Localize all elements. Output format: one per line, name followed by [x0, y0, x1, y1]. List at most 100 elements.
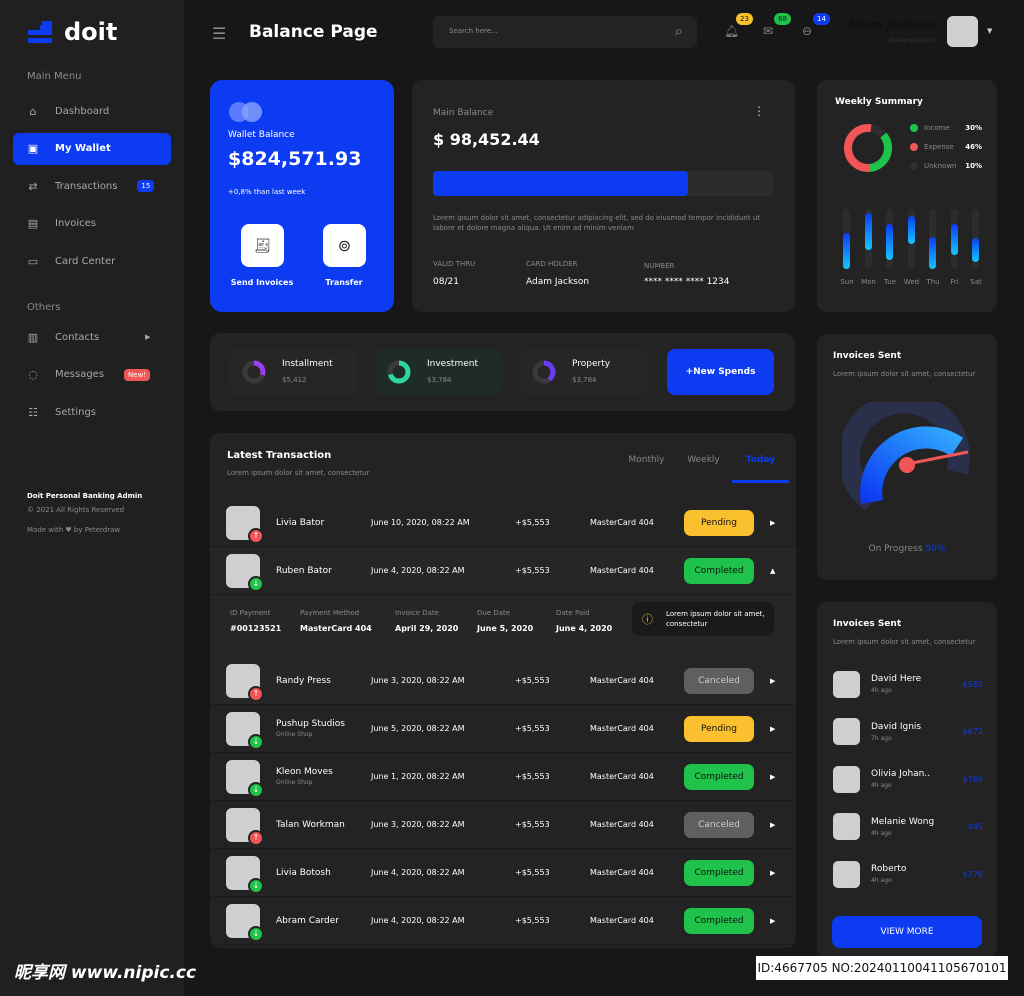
sidebar-item-dashboard[interactable]: ⌂ Dashboard — [13, 95, 171, 127]
tab-monthly[interactable]: Monthly — [618, 449, 675, 483]
status-badge: Completed — [684, 763, 754, 790]
chevron-right-icon[interactable]: ▶ — [770, 869, 775, 877]
invoice-amount: $45 — [967, 822, 983, 831]
arrow-down-icon: ↓ — [248, 575, 264, 592]
more-options-icon[interactable]: ⋮ — [753, 104, 765, 118]
sidebar-item-contacts[interactable]: ▥ Contacts ▶ — [13, 321, 171, 353]
table-row[interactable]: ↓ Pushup Studios Online Shop June 5, 2020… — [210, 705, 796, 753]
search-input[interactable]: Search here... ⌕ — [433, 16, 697, 48]
brand-name: doit — [64, 18, 118, 46]
document-icon: ▤ — [27, 217, 39, 230]
list-item[interactable]: Olivia Johan.. 4h ago $769 — [833, 759, 983, 799]
legend-value: 46% — [965, 143, 982, 151]
transaction-date: June 4, 2020, 08:22 AM — [371, 566, 465, 575]
invoice-amount: $776 — [962, 869, 983, 879]
invoice-amount: $769 — [962, 774, 983, 784]
table-row[interactable]: ↑ Livia Bator June 10, 2020, 08:22 AM +$… — [210, 499, 796, 547]
chevron-right-icon[interactable]: ▶ — [770, 725, 775, 733]
sidebar-item-my-wallet[interactable]: ▣ My Wallet — [13, 132, 171, 165]
send-invoices-button[interactable]: 🧾︎ — [241, 224, 284, 267]
weekly-bar-track — [886, 209, 893, 269]
sidebar-item-transactions[interactable]: ⇄ Transactions 15 — [13, 170, 171, 202]
table-row[interactable]: ↓ Ruben Bator June 4, 2020, 08:22 AM +$5… — [210, 547, 796, 595]
table-row[interactable]: ↑ Randy Press June 3, 2020, 08:22 AM +$5… — [210, 657, 796, 705]
arrow-up-icon: ↑ — [248, 829, 264, 846]
legend-label: Income — [924, 124, 950, 132]
avatar[interactable] — [947, 16, 978, 47]
gauge-needle-hub — [899, 457, 915, 473]
spend-ring — [387, 360, 411, 384]
list-item[interactable]: Roberto 4h ago $776 — [833, 854, 983, 894]
main-balance-amount: $ 98,452.44 — [433, 130, 540, 149]
invoice-amount: $562 — [962, 679, 983, 689]
chevron-right-icon[interactable]: ▶ — [770, 773, 775, 781]
detail-label: ID Payment — [230, 609, 271, 617]
legend-dot — [910, 143, 918, 151]
new-spends-button[interactable]: +New Spends — [667, 349, 774, 395]
home-icon: ⌂ — [29, 104, 37, 118]
transaction-amount: +$5,553 — [515, 724, 550, 733]
detail-field: Invoice Date April 29, 2020 — [395, 609, 458, 633]
spend-label: Investment — [427, 359, 478, 369]
table-row[interactable]: ↑ Talan Workman June 3, 2020, 08:22 AM +… — [210, 801, 796, 849]
weekly-bar-sat — [972, 238, 979, 262]
transaction-date: June 4, 2020, 08:22 AM — [371, 868, 465, 877]
list-item[interactable]: David Ignis 7h ago $672 — [833, 712, 983, 752]
sidebar-item-label: Transactions — [55, 180, 118, 192]
chevron-right-icon[interactable]: ▶ — [770, 677, 775, 685]
chevron-right-icon[interactable]: ▶ — [770, 821, 775, 829]
bell-icon[interactable]: 🔔︎ — [724, 24, 739, 38]
detail-label: Date Paid — [556, 609, 590, 617]
transaction-method: MasterCard 404 — [590, 518, 654, 527]
table-row[interactable]: ↓ Livia Botosh June 4, 2020, 08:22 AM +$… — [210, 849, 796, 897]
list-item[interactable]: David Here 4h ago $562 — [833, 664, 983, 704]
weekly-bar-thu — [929, 237, 936, 269]
tab-today[interactable]: Today — [732, 449, 789, 483]
tab-weekly[interactable]: Weekly — [675, 449, 732, 483]
sidebar-item-settings[interactable]: ☷ Settings — [13, 396, 171, 428]
balance-description: Lorem ipsum dolor sit amet, consectetur … — [433, 214, 760, 232]
chevron-right-icon[interactable]: ▶ — [770, 519, 775, 527]
mail-icon[interactable]: ✉ — [763, 24, 773, 38]
view-more-button[interactable]: VIEW MORE — [832, 916, 982, 948]
transfer-button[interactable]: ⊚ — [323, 224, 366, 267]
transaction-sub: Online Shop — [276, 779, 313, 786]
spend-item[interactable]: Investment $3,784 — [375, 349, 503, 395]
weekly-bar-wed — [907, 216, 915, 244]
footer-rights: © 2021 All Rights Reserved — [27, 506, 125, 514]
spend-item[interactable]: Property $3,784 — [520, 349, 648, 395]
spend-item[interactable]: Installment $5,412 — [230, 349, 358, 395]
transactions-card: Latest Transaction Lorem ipsum dolor sit… — [210, 433, 796, 948]
logo[interactable]: doit — [28, 18, 117, 46]
weekly-bar-tue — [886, 224, 893, 260]
sidebar-item-label: Invoices — [55, 218, 96, 229]
sidebar-item-label: Messages — [55, 369, 105, 380]
transaction-amount: +$5,553 — [515, 676, 550, 685]
detail-value: April 29, 2020 — [395, 624, 459, 633]
cart-icon[interactable]: ⊖ — [802, 24, 812, 38]
gauge-label: On Progress 50% — [817, 544, 997, 554]
list-item[interactable]: Melanie Wong 4h ago $45 — [833, 807, 983, 847]
sidebar-item-invoices[interactable]: ▤ Invoices — [13, 208, 171, 240]
chevron-down-icon[interactable]: ▼ — [987, 27, 992, 35]
transaction-method: MasterCard 404 — [590, 820, 654, 829]
chevron-right-icon[interactable]: ▶ — [770, 917, 775, 925]
chevron-up-icon[interactable]: ▲ — [770, 567, 775, 575]
table-row[interactable]: ↓ Abram Carder June 4, 2020, 08:22 AM +$… — [210, 897, 796, 945]
transaction-sub: Online Shop — [276, 731, 313, 738]
sidebar-item-messages[interactable]: ◌ Messages New! — [13, 359, 171, 391]
search-icon[interactable]: ⌕ — [675, 22, 683, 40]
menu-icon[interactable]: ☰ — [212, 24, 226, 43]
sidebar-item-card-center[interactable]: ▭ Card Center — [13, 245, 171, 277]
main-menu-heading: Main Menu — [27, 71, 82, 82]
table-row[interactable]: ↓ Kleon Moves Online Shop June 1, 2020, 0… — [210, 753, 796, 801]
invoice-name: Olivia Johan.. — [871, 769, 931, 779]
weekly-title: Weekly Summary — [835, 97, 923, 107]
legend-dot — [910, 124, 918, 132]
gauge-title: Invoices Sent — [833, 351, 902, 361]
spend-ring — [532, 360, 556, 384]
arrow-down-icon: ↓ — [248, 733, 264, 750]
weekly-bar-track — [950, 209, 958, 269]
notification-badge: 23 — [736, 13, 753, 25]
invoice-name: Roberto — [871, 864, 907, 874]
